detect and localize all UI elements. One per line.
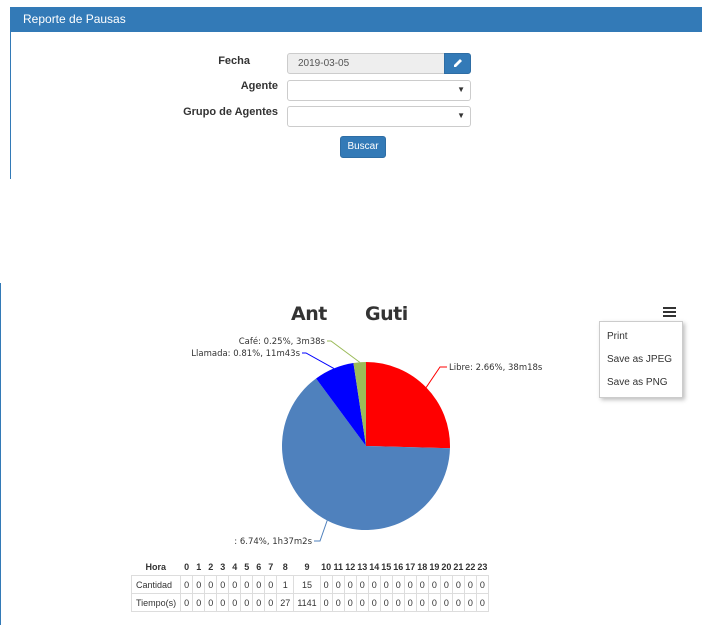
table-cell: 0 <box>427 593 441 612</box>
table-cell: 0 <box>192 593 206 612</box>
table-cell: 0 <box>216 575 230 594</box>
table-cell: 0 <box>379 575 393 594</box>
table-cell: 0 <box>319 593 333 612</box>
hour-header: 1 <box>196 561 202 572</box>
table-cell: 0 <box>367 593 381 612</box>
table-row: Cantidad 0 0 0 0 0 0 0 0 1 15 0 0 0 0 0 0 0 0 0 0 0 0 0 0 <box>130 575 489 594</box>
row-label: Tiempo(s) <box>130 593 182 612</box>
hour-header: 2 <box>208 561 214 572</box>
hour-header: 10 <box>321 561 332 572</box>
pie-data-label: Café: 0.25%, 3m38s <box>239 336 326 347</box>
table-cell: 0 <box>367 575 381 594</box>
hour-header: 20 <box>441 561 452 572</box>
table-cell: 0 <box>216 593 230 612</box>
table-cell: 0 <box>180 593 194 612</box>
table-cell: 0 <box>240 575 254 594</box>
table-cell: 0 <box>451 575 465 594</box>
table-cell: 0 <box>228 593 242 612</box>
table-row: Tiempo(s) 0 0 0 0 0 0 0 0 27 1141 0 0 0 0 0 0 0 0 0 0 0 0 0 0 <box>130 593 489 612</box>
hour-header: 18 <box>417 561 428 572</box>
hour-header: 23 <box>477 561 488 572</box>
table-cell: 0 <box>379 593 393 612</box>
table-cell: 0 <box>463 575 477 594</box>
table-cell: 0 <box>264 593 278 612</box>
hour-header: 19 <box>429 561 440 572</box>
table-cell: 27 <box>276 593 295 612</box>
table-cell: 1141 <box>293 593 321 612</box>
table-cell: 0 <box>343 593 357 612</box>
table-cell: 0 <box>439 575 453 594</box>
hour-header: 22 <box>465 561 476 572</box>
table-cell: 0 <box>391 593 405 612</box>
table-cell: 0 <box>228 575 242 594</box>
table-cell: 0 <box>463 593 477 612</box>
pie-slice-libre[interactable] <box>366 362 450 449</box>
table-cell: 0 <box>319 575 333 594</box>
pie-data-label: : 6.74%, 1h37m2s <box>234 537 312 547</box>
hour-header: 4 <box>232 561 238 572</box>
hour-header: 16 <box>393 561 404 572</box>
table-cell: 0 <box>475 575 489 594</box>
hour-header: 17 <box>405 561 416 572</box>
table-cell: 0 <box>204 575 218 594</box>
table-cell: 0 <box>331 593 345 612</box>
pie-data-label: Llamada: 0.81%, 11m43s <box>191 349 300 359</box>
hour-header: 13 <box>357 561 368 572</box>
table-cell: 0 <box>192 575 206 594</box>
table-cell: 1 <box>276 575 295 594</box>
hour-header: 12 <box>345 561 356 572</box>
table-cell: 0 <box>403 575 417 594</box>
hour-header: 15 <box>381 561 392 572</box>
table-cell: 15 <box>293 575 321 594</box>
hourly-table: Hora 0 1 2 3 4 5 6 7 8 9 10 11 12 13 14 15 16 17 18 19 20 21 22… <box>130 558 489 612</box>
table-cell: 0 <box>355 593 369 612</box>
pie-leader-line <box>425 366 447 388</box>
table-cell: 0 <box>475 593 489 612</box>
pie-leader-line <box>302 352 335 369</box>
hour-header: 8 <box>282 561 288 572</box>
pie-leader-line <box>314 520 328 542</box>
table-cell: 0 <box>403 593 417 612</box>
table-cell: 0 <box>343 575 357 594</box>
hour-header: 3 <box>220 561 226 572</box>
table-cell: 0 <box>355 575 369 594</box>
table-cell: 0 <box>415 593 429 612</box>
table-cell: 0 <box>451 593 465 612</box>
table-cell: 0 <box>240 593 254 612</box>
hour-header: 9 <box>304 561 310 572</box>
table-cell: 0 <box>439 593 453 612</box>
table-cell: 0 <box>391 575 405 594</box>
hour-header: 0 <box>184 561 190 572</box>
row-label: Cantidad <box>130 575 182 594</box>
hour-header: 7 <box>268 561 274 572</box>
table-cell: 0 <box>180 575 194 594</box>
table-cell: 0 <box>427 575 441 594</box>
hour-header: 5 <box>244 561 250 572</box>
table-cell: 0 <box>415 575 429 594</box>
table-cell: 0 <box>204 593 218 612</box>
hour-header: 11 <box>333 561 343 572</box>
table-cell: 0 <box>252 575 266 594</box>
hora-header: Hora <box>145 561 167 572</box>
pie-chart: Libre: 2.66%, 38m18s : 6.74%, 1h37m2s Llam… <box>191 336 543 547</box>
table-cell: 0 <box>331 575 345 594</box>
hour-header: 14 <box>369 561 380 572</box>
hour-header: 21 <box>453 561 464 572</box>
table-cell: 0 <box>264 575 278 594</box>
hour-header: 6 <box>256 561 262 572</box>
table-cell: 0 <box>252 593 266 612</box>
pie-leader-line <box>327 340 360 363</box>
pie-data-label: Libre: 2.66%, 38m18s <box>449 363 543 373</box>
